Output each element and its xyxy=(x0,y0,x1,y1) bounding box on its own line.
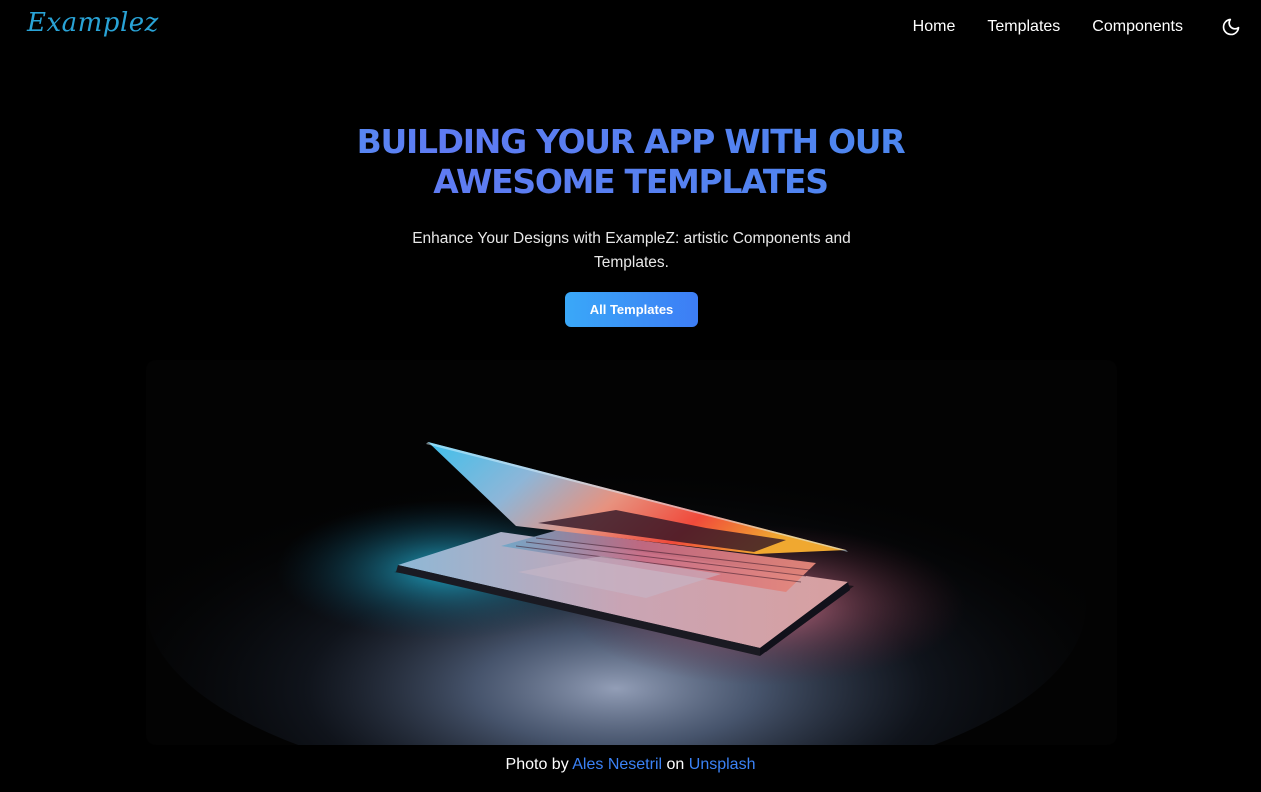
photo-credit-middle: on xyxy=(666,756,685,773)
unsplash-link[interactable]: Unsplash xyxy=(689,756,756,773)
nav-link-home[interactable]: Home xyxy=(913,17,956,37)
navbar: Examplez Home Templates Components xyxy=(0,0,1261,56)
hero-subtitle: Enhance Your Designs with ExampleZ: arti… xyxy=(412,230,851,271)
nav-link-components[interactable]: Components xyxy=(1092,17,1183,37)
page: Examplez Home Templates Components BUILD… xyxy=(0,0,1261,792)
theme-toggle-button[interactable] xyxy=(1221,17,1241,37)
hero-title-line-2: AWESOME TEMPLATES xyxy=(433,162,828,201)
photo-credit: Photo by Ales Nesetril on Unsplash xyxy=(0,755,1261,775)
hero-laptop-image xyxy=(146,360,1117,745)
nav-links: Home Templates Components xyxy=(913,17,1183,37)
hero-title-line-1: BUILDING YOUR APP WITH OUR xyxy=(356,122,905,161)
brand-logo[interactable]: Examplez xyxy=(27,8,159,38)
moon-icon xyxy=(1222,18,1240,36)
hero-title: BUILDING YOUR APP WITH OUR AWESOME TEMPL… xyxy=(0,122,1261,202)
nav-link-templates[interactable]: Templates xyxy=(987,17,1060,37)
photo-author-link[interactable]: Ales Nesetril xyxy=(572,756,662,773)
photo-credit-prefix: Photo by xyxy=(505,756,569,773)
all-templates-button[interactable]: All Templates xyxy=(565,292,698,327)
